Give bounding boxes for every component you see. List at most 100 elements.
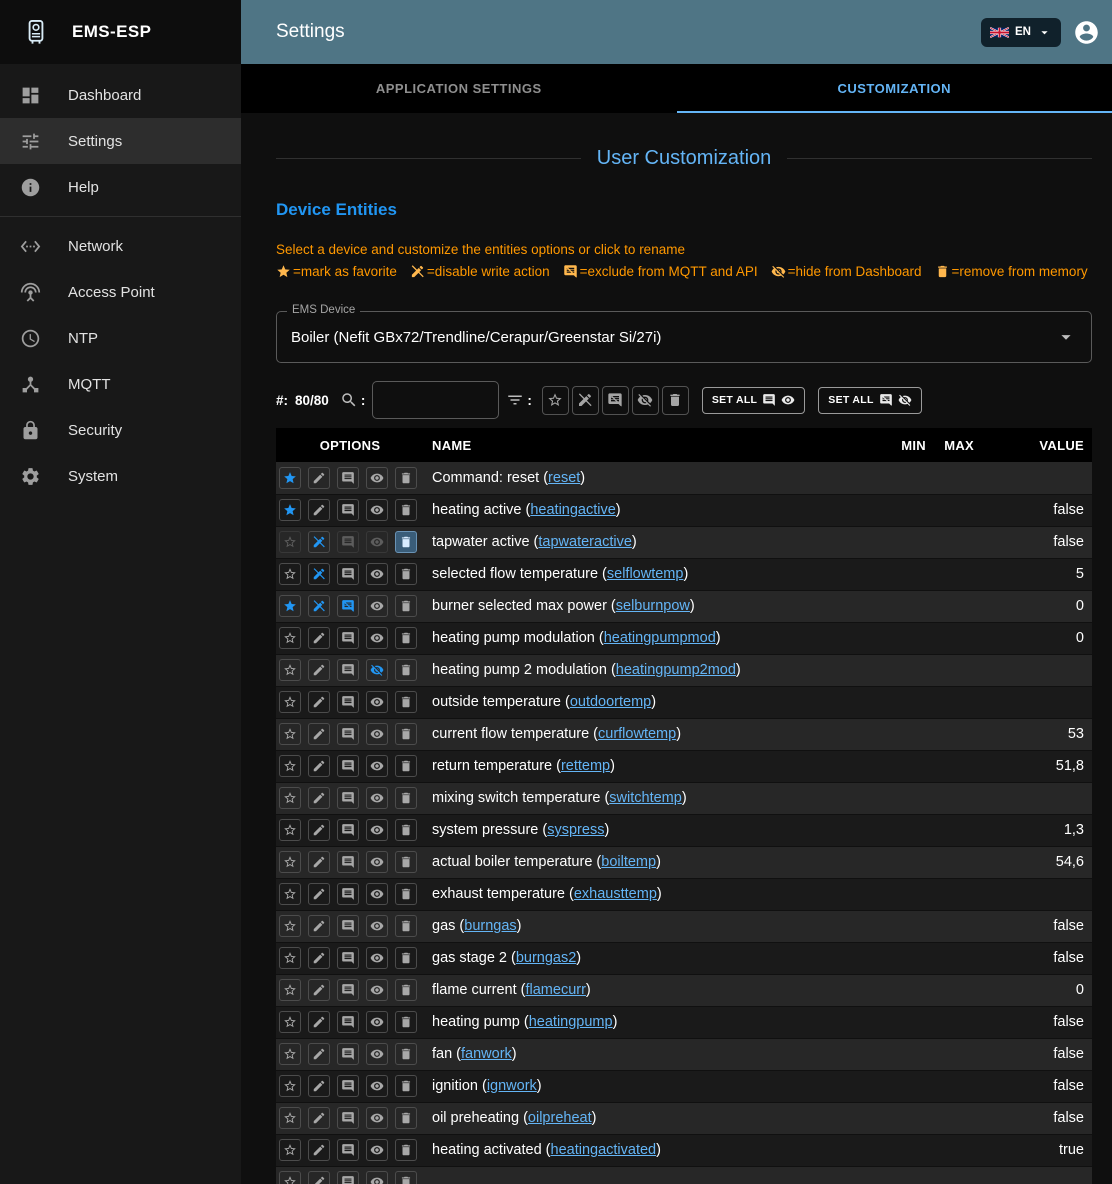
- favorite-toggle[interactable]: [279, 1011, 301, 1033]
- hide-toggle[interactable]: [366, 851, 388, 873]
- hide-toggle[interactable]: [366, 1171, 388, 1184]
- ems-device-select[interactable]: EMS Device Boiler (Nefit GBx72/Trendline…: [276, 311, 1092, 363]
- entity-name[interactable]: flame current (flamecurr): [432, 982, 591, 998]
- language-select[interactable]: EN: [981, 18, 1061, 47]
- favorite-toggle[interactable]: [279, 659, 301, 681]
- delete-toggle[interactable]: [395, 627, 417, 649]
- entity-shortname-link[interactable]: tapwateractive: [538, 534, 632, 550]
- exclude-mqtt-toggle[interactable]: [337, 1107, 359, 1129]
- hide-toggle[interactable]: [366, 1139, 388, 1161]
- disable-write-toggle[interactable]: [308, 1075, 330, 1097]
- delete-toggle[interactable]: [395, 883, 417, 905]
- exclude-mqtt-toggle[interactable]: [337, 499, 359, 521]
- hide-toggle[interactable]: [366, 691, 388, 713]
- tab-customization[interactable]: CUSTOMIZATION: [677, 64, 1112, 113]
- disable-write-toggle[interactable]: [308, 531, 330, 553]
- hide-toggle[interactable]: [366, 1107, 388, 1129]
- hide-toggle[interactable]: [366, 499, 388, 521]
- hide-toggle[interactable]: [366, 819, 388, 841]
- sidebar-item-ntp[interactable]: NTP: [0, 315, 241, 361]
- exclude-mqtt-toggle[interactable]: [337, 883, 359, 905]
- favorite-toggle[interactable]: [279, 691, 301, 713]
- delete-toggle[interactable]: [395, 1075, 417, 1097]
- exclude-mqtt-toggle[interactable]: [337, 1011, 359, 1033]
- delete-toggle[interactable]: [395, 755, 417, 777]
- favorite-toggle[interactable]: [279, 627, 301, 649]
- sidebar-item-help[interactable]: Help: [0, 164, 241, 210]
- disable-write-toggle[interactable]: [308, 1043, 330, 1065]
- entity-name[interactable]: fan (fanwork): [432, 1046, 517, 1062]
- entity-shortname-link[interactable]: reset: [548, 470, 580, 486]
- hide-toggle[interactable]: [366, 563, 388, 585]
- entity-name[interactable]: return temperature (rettemp): [432, 758, 615, 774]
- favorite-toggle[interactable]: [279, 947, 301, 969]
- delete-toggle[interactable]: [395, 915, 417, 937]
- favorite-toggle[interactable]: [279, 851, 301, 873]
- disable-write-toggle[interactable]: [308, 659, 330, 681]
- exclude-mqtt-toggle[interactable]: [337, 467, 359, 489]
- delete-toggle[interactable]: [395, 947, 417, 969]
- entity-shortname-link[interactable]: heatingpumpmod: [604, 630, 716, 646]
- sidebar-item-access-point[interactable]: Access Point: [0, 269, 241, 315]
- hide-toggle[interactable]: [366, 595, 388, 617]
- filter-eye-off-toggle[interactable]: [632, 386, 659, 415]
- delete-toggle[interactable]: [395, 787, 417, 809]
- disable-write-toggle[interactable]: [308, 595, 330, 617]
- filter-edit-off-toggle[interactable]: [572, 386, 599, 415]
- disable-write-toggle[interactable]: [308, 947, 330, 969]
- entity-name[interactable]: gas stage 2 (burngas2): [432, 950, 581, 966]
- entity-name[interactable]: heating pump (heatingpump): [432, 1014, 617, 1030]
- delete-toggle[interactable]: [395, 691, 417, 713]
- hide-toggle[interactable]: [366, 915, 388, 937]
- entity-name[interactable]: system pressure (syspress): [432, 822, 609, 838]
- entity-shortname-link[interactable]: flamecurr: [525, 982, 585, 998]
- favorite-toggle[interactable]: [279, 467, 301, 489]
- exclude-mqtt-toggle[interactable]: [337, 851, 359, 873]
- entity-shortname-link[interactable]: exhausttemp: [574, 886, 657, 902]
- delete-toggle[interactable]: [395, 979, 417, 1001]
- exclude-mqtt-toggle[interactable]: [337, 595, 359, 617]
- favorite-toggle[interactable]: [279, 499, 301, 521]
- favorite-toggle[interactable]: [279, 787, 301, 809]
- sidebar-item-mqtt[interactable]: MQTT: [0, 361, 241, 407]
- hide-toggle[interactable]: [366, 1043, 388, 1065]
- sidebar-item-security[interactable]: Security: [0, 407, 241, 453]
- favorite-toggle[interactable]: [279, 1107, 301, 1129]
- disable-write-toggle[interactable]: [308, 979, 330, 1001]
- delete-toggle[interactable]: [395, 467, 417, 489]
- exclude-mqtt-toggle[interactable]: [337, 1043, 359, 1065]
- disable-write-toggle[interactable]: [308, 1139, 330, 1161]
- tab-application-settings[interactable]: APPLICATION SETTINGS: [241, 64, 677, 113]
- entity-shortname-link[interactable]: outdoortemp: [570, 694, 651, 710]
- exclude-mqtt-toggle[interactable]: [337, 787, 359, 809]
- entity-shortname-link[interactable]: heatingactive: [530, 502, 615, 518]
- hide-toggle[interactable]: [366, 787, 388, 809]
- delete-toggle[interactable]: [395, 819, 417, 841]
- disable-write-toggle[interactable]: [308, 467, 330, 489]
- entity-name[interactable]: actual boiler temperature (boiltemp): [432, 854, 661, 870]
- favorite-toggle[interactable]: [279, 1043, 301, 1065]
- entity-shortname-link[interactable]: heatingactivated: [551, 1142, 657, 1158]
- favorite-toggle[interactable]: [279, 563, 301, 585]
- sidebar-item-system[interactable]: System: [0, 453, 241, 499]
- hide-toggle[interactable]: [366, 467, 388, 489]
- delete-toggle[interactable]: [395, 1043, 417, 1065]
- entity-name[interactable]: Command: reset (reset): [432, 470, 585, 486]
- disable-write-toggle[interactable]: [308, 563, 330, 585]
- disable-write-toggle[interactable]: [308, 723, 330, 745]
- hide-toggle[interactable]: [366, 1011, 388, 1033]
- entity-shortname-link[interactable]: syspress: [547, 822, 604, 838]
- exclude-mqtt-toggle[interactable]: [337, 627, 359, 649]
- hide-toggle[interactable]: [366, 1075, 388, 1097]
- hide-toggle[interactable]: [366, 979, 388, 1001]
- delete-toggle[interactable]: [395, 1171, 417, 1184]
- sidebar-item-settings[interactable]: Settings: [0, 118, 241, 164]
- exclude-mqtt-toggle[interactable]: [337, 691, 359, 713]
- favorite-toggle[interactable]: [279, 531, 301, 553]
- entity-shortname-link[interactable]: rettemp: [561, 758, 610, 774]
- entity-name[interactable]: burner selected max power (selburnpow): [432, 598, 695, 614]
- exclude-mqtt-toggle[interactable]: [337, 947, 359, 969]
- entity-name[interactable]: heating pump 2 modulation (heatingpump2m…: [432, 662, 741, 678]
- entity-name[interactable]: selected flow temperature (selflowtemp): [432, 566, 688, 582]
- disable-write-toggle[interactable]: [308, 883, 330, 905]
